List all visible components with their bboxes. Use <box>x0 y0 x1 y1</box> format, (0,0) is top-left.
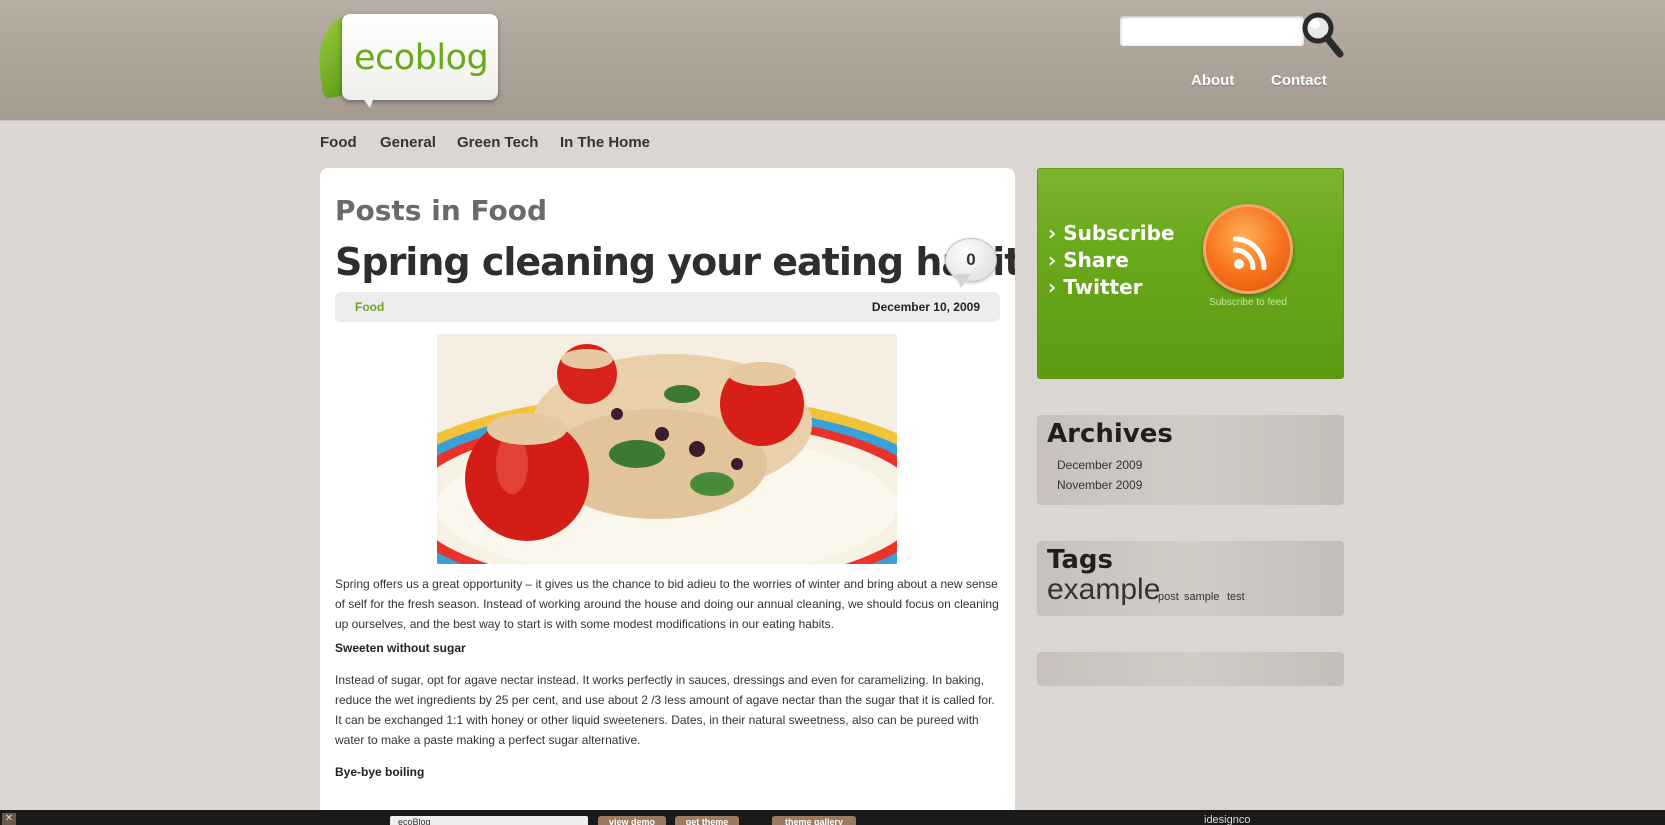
site-logo[interactable]: ecoblog <box>312 12 500 108</box>
category-link-general[interactable]: General <box>380 134 436 151</box>
rss-feed-button[interactable] <box>1203 204 1293 294</box>
close-icon[interactable]: ✕ <box>2 813 16 825</box>
subscribe-caption: Subscribe to feed <box>1209 297 1287 308</box>
speech-bubble-tail <box>955 274 971 288</box>
search-input[interactable] <box>1120 16 1304 46</box>
category-link-green-tech[interactable]: Green Tech <box>457 134 538 151</box>
logo-bubble-tail <box>358 92 376 108</box>
tags-title: Tags <box>1047 545 1114 575</box>
subscribe-box: › Subscribe › Share › Twitter Subscribe … <box>1037 168 1344 379</box>
theme-select[interactable]: ecoBlog <box>390 816 588 825</box>
tag-link[interactable]: example <box>1047 573 1160 607</box>
theme-gallery-button[interactable]: theme gallery <box>772 816 856 825</box>
subscribe-link[interactable]: › Subscribe <box>1048 221 1175 245</box>
view-demo-button[interactable]: view demo <box>598 816 666 825</box>
category-link-in-the-home[interactable]: In The Home <box>560 134 650 151</box>
nav-about-link[interactable]: About <box>1191 72 1234 89</box>
comment-count-bubble[interactable]: 0 <box>945 238 1001 294</box>
archive-link[interactable]: December 2009 <box>1057 458 1142 472</box>
tag-link[interactable]: post <box>1158 591 1179 603</box>
theme-preview-bar: ✕ ecoBlog view demo get theme theme gall… <box>0 810 1665 825</box>
post-meta-bar: Food December 10, 2009 <box>335 292 1000 322</box>
empty-widget <box>1037 652 1344 686</box>
nav-contact-link[interactable]: Contact <box>1271 72 1327 89</box>
post-paragraph: Instead of sugar, opt for agave nectar i… <box>335 673 995 747</box>
post-image <box>437 334 897 564</box>
logo-text: ecoblog <box>354 38 489 78</box>
archives-widget: Archives December 2009 November 2009 <box>1037 415 1344 505</box>
brand-logo[interactable]: idesignco <box>1204 814 1250 825</box>
archives-title: Archives <box>1047 419 1173 449</box>
main-content: Posts in Food Spring cleaning your eatin… <box>320 168 1015 825</box>
tag-link[interactable]: sample <box>1184 591 1219 603</box>
twitter-link[interactable]: › Twitter <box>1048 275 1143 299</box>
tags-widget: Tags example post sample test <box>1037 541 1344 616</box>
share-link[interactable]: › Share <box>1048 248 1129 272</box>
site-header: ecoblog About Contact <box>0 0 1665 121</box>
post-date: December 10, 2009 <box>871 300 980 314</box>
archive-heading: Posts in Food <box>335 194 548 227</box>
magnifier-icon <box>1302 12 1344 58</box>
comment-count: 0 <box>966 250 976 269</box>
rss-icon <box>1233 236 1267 270</box>
post-subheading: Bye-bye boiling <box>335 765 425 779</box>
post-category-link[interactable]: Food <box>355 300 384 314</box>
category-link-food[interactable]: Food <box>320 134 357 151</box>
post-paragraph: Spring offers us a great opportunity – i… <box>335 577 999 631</box>
tag-link[interactable]: test <box>1227 591 1245 603</box>
archive-link[interactable]: November 2009 <box>1057 478 1142 492</box>
get-theme-button[interactable]: get theme <box>675 816 739 825</box>
post-subheading: Sweeten without sugar <box>335 641 466 655</box>
post-title[interactable]: Spring cleaning your eating habits <box>335 240 1015 284</box>
search-button[interactable] <box>1298 10 1346 62</box>
